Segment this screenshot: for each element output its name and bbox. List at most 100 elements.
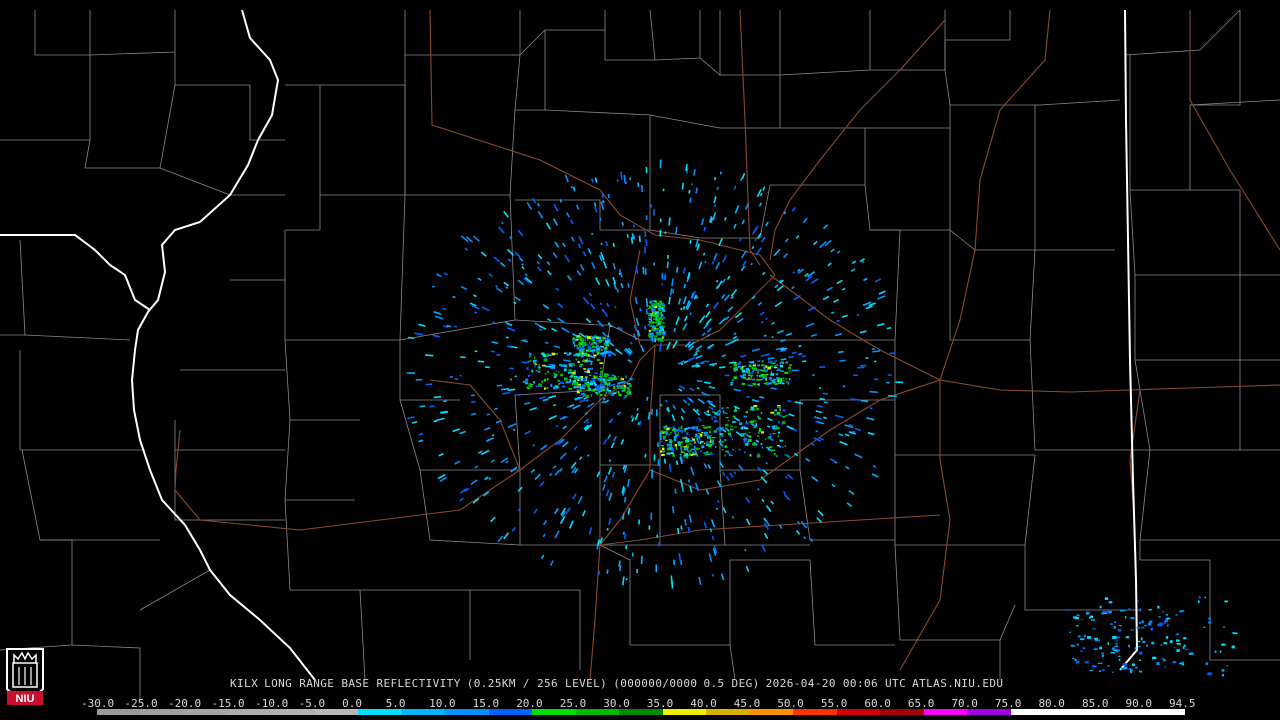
echo-cell	[1129, 670, 1132, 674]
echo-cell	[1146, 645, 1149, 647]
echo-cell	[588, 374, 592, 376]
echo-cell	[581, 352, 584, 355]
echo-cell	[575, 344, 578, 347]
echo-cell	[572, 338, 577, 340]
echo-cell	[1124, 616, 1127, 619]
echo-cell	[580, 378, 583, 381]
echo-cell	[616, 390, 618, 393]
echo-cell	[763, 374, 767, 377]
echo-cell	[748, 377, 750, 380]
echo-cell	[588, 349, 591, 352]
echo-streak	[765, 317, 768, 321]
echo-cell	[656, 329, 659, 332]
echo-cell	[657, 316, 659, 319]
echo-cell	[573, 365, 576, 367]
echo-cell	[578, 336, 583, 340]
echo-streak	[607, 193, 610, 199]
colorbar-segment	[488, 709, 533, 715]
echo-cell	[707, 414, 711, 416]
echo-cell	[1180, 610, 1185, 612]
echo-cell	[582, 385, 585, 387]
echo-cell	[782, 377, 785, 380]
echo-streak	[798, 344, 802, 348]
echo-cell	[593, 381, 596, 385]
echo-cell	[617, 391, 620, 393]
echo-streak	[460, 356, 466, 359]
echo-cell	[695, 454, 697, 456]
echo-cell	[651, 308, 653, 311]
echo-cell	[589, 341, 591, 345]
echo-cell	[591, 390, 595, 392]
echo-cell	[686, 444, 689, 447]
echo-cell	[651, 322, 656, 324]
echo-cell	[694, 435, 697, 438]
echo-cell	[606, 386, 608, 389]
echo-cell	[760, 373, 764, 377]
echo-cell	[1130, 669, 1133, 671]
echo-streak	[625, 545, 628, 550]
echo-cell	[597, 378, 600, 381]
echo-cell	[558, 383, 560, 385]
echo-cell	[775, 373, 779, 376]
echo-cell	[650, 304, 653, 307]
echo-cell	[720, 441, 724, 443]
echo-cell	[666, 452, 671, 455]
echo-cell	[587, 369, 590, 371]
echo-cell	[573, 377, 577, 380]
echo-cell	[763, 382, 768, 384]
echo-cell	[1138, 645, 1141, 648]
echo-cell	[1107, 665, 1110, 667]
echo-cell	[1189, 652, 1194, 655]
echo-streak	[708, 347, 712, 350]
echo-streak	[642, 267, 645, 275]
echo-cell	[596, 385, 600, 388]
echo-streak	[433, 419, 438, 423]
echo-cell	[560, 381, 564, 384]
echo-cell	[657, 322, 660, 326]
echo-cell	[608, 390, 611, 392]
echo-streak	[763, 334, 767, 337]
resolution: (0.25KM / 256 LEVEL)	[466, 677, 608, 690]
echo-cell	[568, 363, 572, 365]
echo-cell	[606, 338, 609, 340]
echo-cell	[650, 338, 653, 341]
echo-cell	[576, 377, 579, 381]
echo-cell	[661, 447, 665, 451]
echo-cell	[592, 348, 596, 352]
echo-cell	[1091, 619, 1096, 621]
echo-streak	[496, 353, 501, 357]
echo-cell	[743, 427, 748, 430]
echo-cell	[1205, 662, 1208, 666]
echo-cell	[789, 364, 793, 366]
echo-cell	[784, 454, 786, 456]
echo-cell	[586, 358, 588, 361]
echo-streak	[431, 285, 435, 288]
echo-cell	[766, 369, 768, 371]
echo-streak	[627, 283, 630, 288]
echo-cell	[698, 429, 702, 432]
echo-streak	[545, 341, 549, 345]
echo-cell	[1164, 666, 1166, 668]
echo-cell	[745, 422, 749, 425]
echo-cell	[600, 346, 604, 348]
echo-cell	[586, 343, 589, 346]
echo-streak	[630, 237, 634, 244]
echo-streak	[836, 319, 840, 323]
echo-cell	[678, 443, 681, 446]
echo-cell	[590, 394, 592, 397]
echo-cell	[1198, 596, 1201, 599]
timestamp: 2026-04-20 00:06 UTC	[765, 677, 907, 690]
echo-cell	[752, 370, 754, 372]
echo-cell	[1163, 659, 1166, 662]
echo-cell	[1120, 667, 1125, 670]
echo-cell	[620, 378, 622, 382]
echo-cell	[764, 438, 767, 440]
echo-streak	[704, 381, 711, 385]
echo-streak	[672, 506, 675, 514]
echo-cell	[568, 364, 573, 367]
echo-cell	[629, 385, 632, 388]
echo-streak	[408, 336, 415, 340]
echo-streak	[614, 305, 617, 309]
echo-cell	[527, 387, 531, 390]
echo-streak	[695, 296, 699, 299]
